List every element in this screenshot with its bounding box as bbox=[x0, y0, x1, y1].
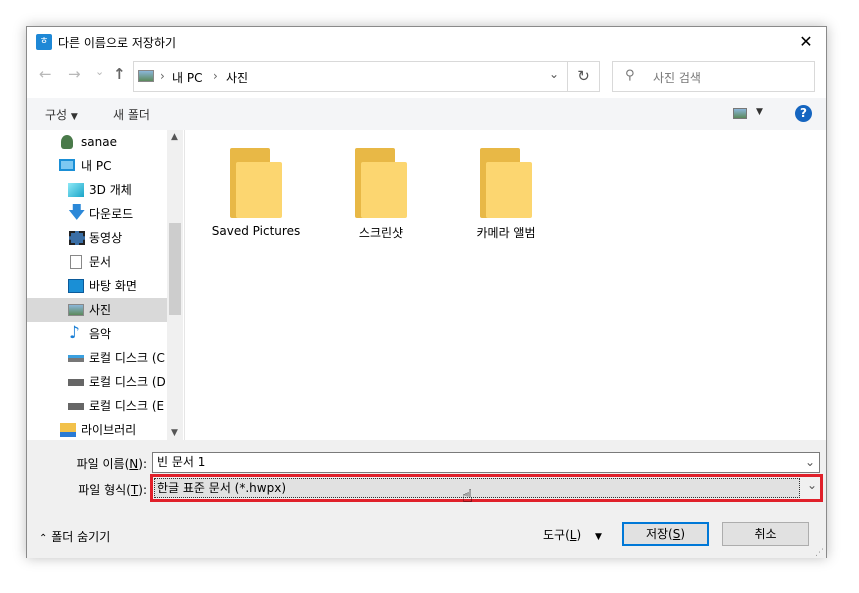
folder-item[interactable]: 스크린샷 bbox=[326, 130, 436, 241]
folder-icon bbox=[230, 148, 282, 218]
filename-value: 빈 문서 1 bbox=[157, 455, 206, 469]
sidebar-item-label: sanae bbox=[81, 135, 117, 149]
sidebar-item-3d-objects[interactable]: 3D 개체 bbox=[27, 178, 167, 202]
navigation-pane: sanae 내 PC 3D 개체 🡇 다운로드 동영상 문서 바탕 화면 사진 ♪… bbox=[27, 130, 182, 440]
folder-name: 카메라 앨범 bbox=[476, 226, 536, 240]
sidebar-item-libraries[interactable]: 라이브러리 bbox=[27, 418, 167, 440]
drive-icon bbox=[68, 403, 84, 410]
sidebar-item-label: 다운로드 bbox=[89, 207, 134, 221]
save-options-panel: 파일 이름(N): 빈 문서 1 ⌄ 파일 형식(T): 한글 표준 문서 (*.… bbox=[27, 440, 826, 558]
close-button[interactable]: ✕ bbox=[792, 29, 820, 55]
sidebar-item-label: 로컬 디스크 (D bbox=[89, 375, 166, 389]
view-options-icon[interactable] bbox=[733, 108, 747, 119]
scroll-down-icon[interactable]: ▼ bbox=[171, 428, 178, 438]
back-button[interactable]: ← bbox=[39, 65, 52, 83]
sidebar-item-my-pc[interactable]: 내 PC bbox=[27, 154, 167, 178]
search-placeholder: 사진 검색 bbox=[653, 71, 701, 85]
folder-item[interactable]: 카메라 앨범 bbox=[451, 130, 561, 241]
scroll-up-icon[interactable]: ▲ bbox=[171, 132, 178, 142]
sidebar-item-user[interactable]: sanae bbox=[27, 130, 167, 154]
recent-locations-button[interactable]: ⌄ bbox=[95, 65, 104, 78]
sidebar-item-label: 3D 개체 bbox=[89, 183, 132, 197]
document-icon bbox=[70, 255, 82, 269]
up-button[interactable]: ↑ bbox=[113, 65, 126, 83]
sidebar-item-label: 동영상 bbox=[89, 231, 123, 245]
sidebar-item-label: 로컬 디스크 (C bbox=[89, 351, 165, 365]
drive-icon bbox=[68, 355, 84, 362]
search-input[interactable]: ⚲ 사진 검색 bbox=[612, 61, 815, 92]
music-icon: ♪ bbox=[69, 323, 80, 343]
mouse-cursor-hand-icon: ☝ bbox=[462, 486, 473, 507]
breadcrumb-separator: › bbox=[160, 69, 165, 83]
dropdown-arrow-icon: ▼ bbox=[594, 532, 602, 542]
sidebar-item-label: 라이브러리 bbox=[81, 423, 137, 437]
refresh-button[interactable]: ↻ bbox=[567, 61, 600, 92]
toolbar: 구성 ▼ 새 폴더 ▼ ? bbox=[27, 98, 826, 130]
filetype-value: 한글 표준 문서 (*.hwpx) bbox=[157, 481, 287, 495]
video-icon bbox=[69, 231, 85, 245]
tools-button[interactable]: 도구(L) ▼ bbox=[543, 526, 602, 543]
sidebar-item-drive-e[interactable]: 로컬 디스크 (E bbox=[27, 394, 167, 418]
hwp-app-icon: ㅎ bbox=[36, 34, 52, 50]
pictures-icon bbox=[138, 70, 154, 82]
breadcrumb-pictures[interactable]: 사진 bbox=[226, 69, 248, 86]
folder-name: 스크린샷 bbox=[358, 226, 404, 240]
sidebar-item-label: 로컬 디스크 (E bbox=[89, 399, 165, 413]
filename-dropdown-icon[interactable]: ⌄ bbox=[805, 453, 815, 472]
dropdown-arrow-icon: ▼ bbox=[70, 112, 78, 122]
sidebar-item-documents[interactable]: 문서 bbox=[27, 250, 167, 274]
address-dropdown-icon[interactable]: ⌄ bbox=[549, 67, 559, 81]
sidebar-item-label: 문서 bbox=[89, 255, 112, 269]
sidebar-item-label: 바탕 화면 bbox=[89, 279, 137, 293]
breadcrumb-separator: › bbox=[213, 69, 218, 83]
library-icon bbox=[60, 423, 76, 437]
organize-label: 구성 bbox=[45, 108, 68, 122]
scrollbar-thumb[interactable] bbox=[169, 223, 181, 315]
sidebar-item-drive-d[interactable]: 로컬 디스크 (D bbox=[27, 370, 167, 394]
dialog-title: 다른 이름으로 저장하기 bbox=[58, 36, 177, 50]
folder-name: Saved Pictures bbox=[211, 224, 301, 238]
sidebar-item-desktop[interactable]: 바탕 화면 bbox=[27, 274, 167, 298]
resize-grip-icon[interactable]: ⋰ bbox=[815, 548, 824, 558]
sidebar-item-label: 음악 bbox=[89, 327, 112, 341]
save-button[interactable]: 저장(S) bbox=[622, 522, 709, 546]
cube-icon bbox=[68, 183, 84, 197]
folder-icon bbox=[355, 148, 407, 218]
address-bar[interactable]: › 내 PC › 사진 ⌄ bbox=[133, 61, 568, 92]
forward-button[interactable]: → bbox=[68, 65, 81, 83]
filetype-dropdown-icon[interactable]: ⌄ bbox=[807, 478, 817, 492]
save-as-dialog: ㅎ 다른 이름으로 저장하기 ✕ ← → ⌄ ↑ › 내 PC › 사진 ⌄ ↻… bbox=[26, 26, 827, 558]
sidebar-item-music[interactable]: ♪ 음악 bbox=[27, 322, 167, 346]
sidebar-item-label: 내 PC bbox=[81, 159, 112, 173]
pictures-icon bbox=[68, 304, 84, 316]
sidebar-item-drive-c[interactable]: 로컬 디스크 (C bbox=[27, 346, 167, 370]
download-icon: 🡇 bbox=[68, 203, 86, 223]
sidebar-item-pictures[interactable]: 사진 bbox=[27, 298, 167, 322]
filetype-select[interactable]: 한글 표준 문서 (*.hwpx) bbox=[154, 478, 800, 498]
new-folder-button[interactable]: 새 폴더 bbox=[113, 106, 150, 123]
drive-icon bbox=[68, 379, 84, 386]
chevron-up-icon: ⌃ bbox=[39, 533, 48, 544]
organize-button[interactable]: 구성 ▼ bbox=[45, 106, 78, 123]
desktop-icon bbox=[68, 279, 84, 293]
cancel-button[interactable]: 취소 bbox=[722, 522, 809, 546]
user-icon bbox=[61, 135, 73, 149]
hide-folders-button[interactable]: ⌃ 폴더 숨기기 bbox=[39, 528, 110, 545]
filename-label: 파일 이름(N): bbox=[76, 457, 147, 471]
pc-icon bbox=[59, 159, 75, 171]
filename-input[interactable]: 빈 문서 1 ⌄ bbox=[152, 452, 820, 473]
breadcrumb-my-pc[interactable]: 내 PC bbox=[172, 69, 202, 86]
hide-folders-label: 폴더 숨기기 bbox=[51, 530, 111, 544]
sidebar-item-videos[interactable]: 동영상 bbox=[27, 226, 167, 250]
folder-item[interactable]: Saved Pictures bbox=[201, 130, 311, 238]
filetype-label: 파일 형식(T): bbox=[78, 483, 147, 497]
title-bar: ㅎ 다른 이름으로 저장하기 ✕ bbox=[27, 27, 826, 57]
view-dropdown-icon[interactable]: ▼ bbox=[756, 107, 763, 117]
folder-icon bbox=[480, 148, 532, 218]
sidebar-item-label: 사진 bbox=[89, 303, 112, 317]
help-icon[interactable]: ? bbox=[795, 105, 812, 122]
sidebar-item-downloads[interactable]: 🡇 다운로드 bbox=[27, 202, 167, 226]
file-list: Saved Pictures 스크린샷 카메라 앨범 bbox=[184, 130, 826, 440]
search-icon: ⚲ bbox=[625, 68, 635, 83]
